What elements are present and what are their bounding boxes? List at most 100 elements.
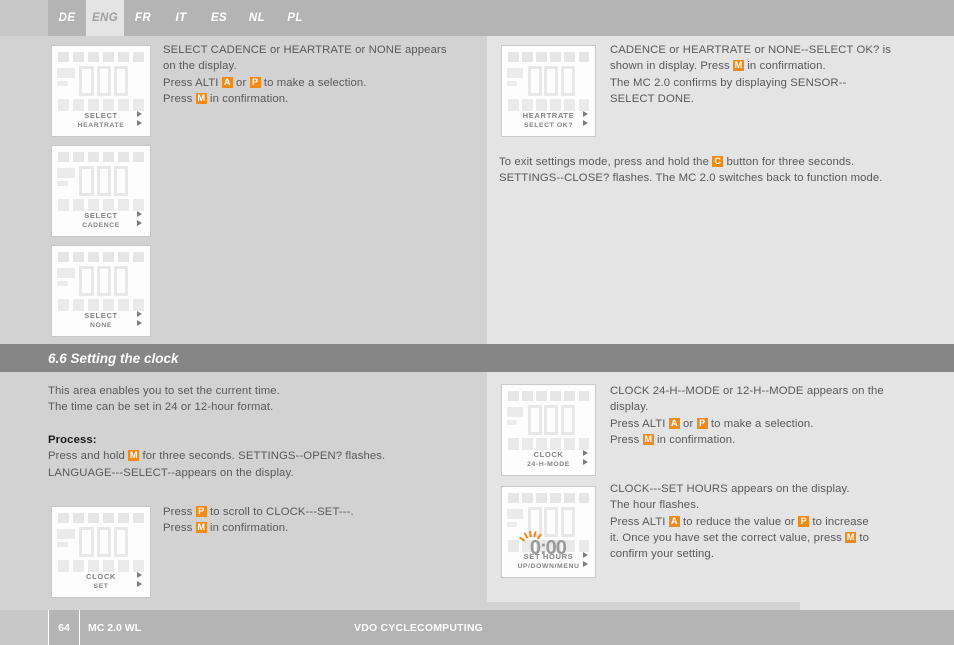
lcd-arrow-icons — [137, 210, 147, 231]
lcd-mid-segments — [57, 299, 145, 311]
lcd-arrow-icons — [137, 310, 147, 331]
intro-line: The time can be set in 24 or 12-hour for… — [48, 401, 274, 414]
clock-mode-instructions: CLOCK 24-H--MODE or 12-H--MODE appears o… — [610, 383, 945, 448]
top-right-instructions: CADENCE or HEARTRATE or NONE--SELECT OK?… — [610, 42, 940, 107]
key-badge-m: M — [195, 92, 207, 104]
lcd-mid-segments — [57, 199, 145, 211]
clock-lcd-instructions: Press P to scroll to CLOCK---SET---. Pre… — [163, 504, 473, 537]
lcd-main-digits — [79, 265, 129, 297]
lcd-left-icons — [56, 167, 75, 195]
lcd-mid-segments — [57, 99, 145, 111]
lcd-clock-set-hours: 0:00 SET HOURS UP/DOWN/MENU — [501, 486, 596, 578]
instruction-line: The MC 2.0 confirms by displaying SENSOR… — [610, 76, 847, 89]
lcd-mid-segments — [57, 560, 145, 572]
lcd-left-icons — [56, 528, 75, 556]
section-title: 6.6 Setting the clock — [48, 350, 179, 366]
instruction-line: Press ALTI A or P to make a selection. — [163, 76, 367, 89]
lcd-arrow-icons — [137, 571, 147, 592]
lcd-text-line1: SELECT — [84, 310, 118, 320]
instruction-line: on the display. — [163, 60, 237, 73]
language-bar: DE ENG FR IT ES NL PL — [0, 0, 954, 36]
instruction-line: Press M in confirmation. — [163, 92, 289, 105]
instruction-line: shown in display. Press M in confirmatio… — [610, 60, 826, 73]
top-left-instructions: SELECT CADENCE or HEARTRATE or NONE appe… — [163, 42, 473, 107]
key-badge-c: C — [712, 156, 724, 167]
lcd-top-segments — [57, 252, 145, 263]
clock-process-text: Process: Press and hold M for three seco… — [48, 432, 468, 481]
lcd-left-icons — [56, 267, 75, 295]
clock-intro-text: This area enables you to set the current… — [48, 383, 468, 416]
instruction-line: confirm your setting. — [610, 548, 715, 561]
footer-left-margin — [0, 610, 48, 645]
lcd-top-segments — [507, 52, 590, 63]
language-tab-pl[interactable]: PL — [276, 0, 314, 36]
instruction-line: The hour flashes. — [610, 499, 700, 512]
instruction-line: CLOCK---SET HOURS appears on the display… — [610, 483, 850, 495]
exit-line: SETTINGS--CLOSE? flashes. The MC 2.0 swi… — [499, 172, 883, 185]
language-tab-it[interactable]: IT — [162, 0, 200, 36]
lcd-text-line1: SELECT — [84, 210, 118, 220]
instruction-line: Press P to scroll to CLOCK---SET---. — [163, 506, 354, 518]
lcd-main-digits — [79, 526, 129, 558]
process-label: Process: — [48, 434, 97, 446]
lcd-left-icons — [56, 67, 75, 95]
instruction-line: it. Once you have set the correct value,… — [610, 531, 870, 544]
key-badge-m: M — [642, 433, 654, 445]
lcd-text-line1: CLOCK — [86, 571, 116, 581]
key-badge-m: M — [845, 531, 857, 543]
lcd-top-segments — [57, 513, 145, 524]
exit-line: To exit settings mode, press and hold th… — [499, 156, 855, 168]
footer-page-number: 64 — [48, 610, 80, 645]
lcd-mid-segments — [507, 99, 590, 111]
lcd-text-line1: SELECT — [84, 110, 118, 120]
key-badge-m: M — [195, 522, 207, 534]
key-badge-a: A — [668, 417, 680, 429]
lcd-top-segments — [507, 391, 590, 402]
instruction-line: SELECT CADENCE or HEARTRATE or NONE appe… — [163, 44, 447, 56]
instruction-line: Press ALTI A to reduce the value or P to… — [610, 515, 869, 528]
intro-line: This area enables you to set the current… — [48, 385, 280, 397]
language-bar-left-margin — [0, 0, 48, 36]
page-content: SELECT HEARTRATE SELECT CADENCE SELECT N… — [0, 36, 954, 602]
lcd-mid-segments — [507, 438, 590, 450]
footer-gap — [0, 602, 954, 610]
lcd-main-digits — [79, 165, 129, 197]
lcd-arrow-icons — [582, 551, 592, 572]
instruction-line: SELECT DONE. — [610, 92, 695, 105]
key-badge-a: A — [221, 76, 233, 88]
instruction-line: CLOCK 24-H--MODE or 12-H--MODE appears o… — [610, 385, 884, 397]
lcd-top-segments — [57, 152, 145, 163]
instruction-line: Press ALTI A or P to make a selection. — [610, 417, 814, 430]
language-tab-eng[interactable]: ENG — [86, 0, 124, 36]
lcd-text-line1: CLOCK — [533, 449, 564, 459]
lcd-text-line2: HEARTRATE — [77, 121, 125, 129]
process-line: LANGUAGE---SELECT--appears on the displa… — [48, 466, 294, 479]
lcd-arrow-icons — [582, 449, 592, 470]
lcd-select-none: SELECT NONE — [51, 245, 151, 337]
lcd-text-line2: SET — [93, 582, 109, 590]
lcd-heartrate-select-ok: HEARTRATE SELECT OK? — [501, 45, 596, 137]
lcd-clock-24h-mode: CLOCK 24-H-MODE — [501, 384, 596, 476]
lcd-left-icons — [506, 406, 524, 434]
page-footer: 64 MC 2.0 WL VDO CYCLECOMPUTING — [0, 610, 954, 645]
language-tab-de[interactable]: DE — [48, 0, 86, 36]
lcd-text-line2: UP/DOWN/MENU — [517, 562, 580, 570]
lcd-select-heartrate: SELECT HEARTRATE — [51, 45, 151, 137]
lcd-text-line2: NONE — [89, 321, 113, 329]
instruction-line: Press M in confirmation. — [163, 522, 289, 535]
lcd-select-cadence: SELECT CADENCE — [51, 145, 151, 237]
key-badge-a: A — [668, 515, 680, 527]
language-tab-fr[interactable]: FR — [124, 0, 162, 36]
footer-model-name: MC 2.0 WL — [88, 621, 142, 634]
process-line: Press and hold M for three seconds. SETT… — [48, 450, 386, 463]
lcd-text-line1: HEARTRATE — [522, 110, 575, 120]
language-tab-es[interactable]: ES — [200, 0, 238, 36]
language-tab-nl[interactable]: NL — [238, 0, 276, 36]
lcd-text-line1: SET HOURS — [523, 551, 574, 561]
key-badge-p: P — [195, 506, 207, 517]
instruction-line: Press M in confirmation. — [610, 433, 736, 446]
key-badge-m: M — [733, 60, 745, 72]
lcd-main-digits — [528, 404, 575, 436]
lcd-main-digits — [79, 65, 129, 97]
key-badge-p: P — [798, 515, 810, 527]
